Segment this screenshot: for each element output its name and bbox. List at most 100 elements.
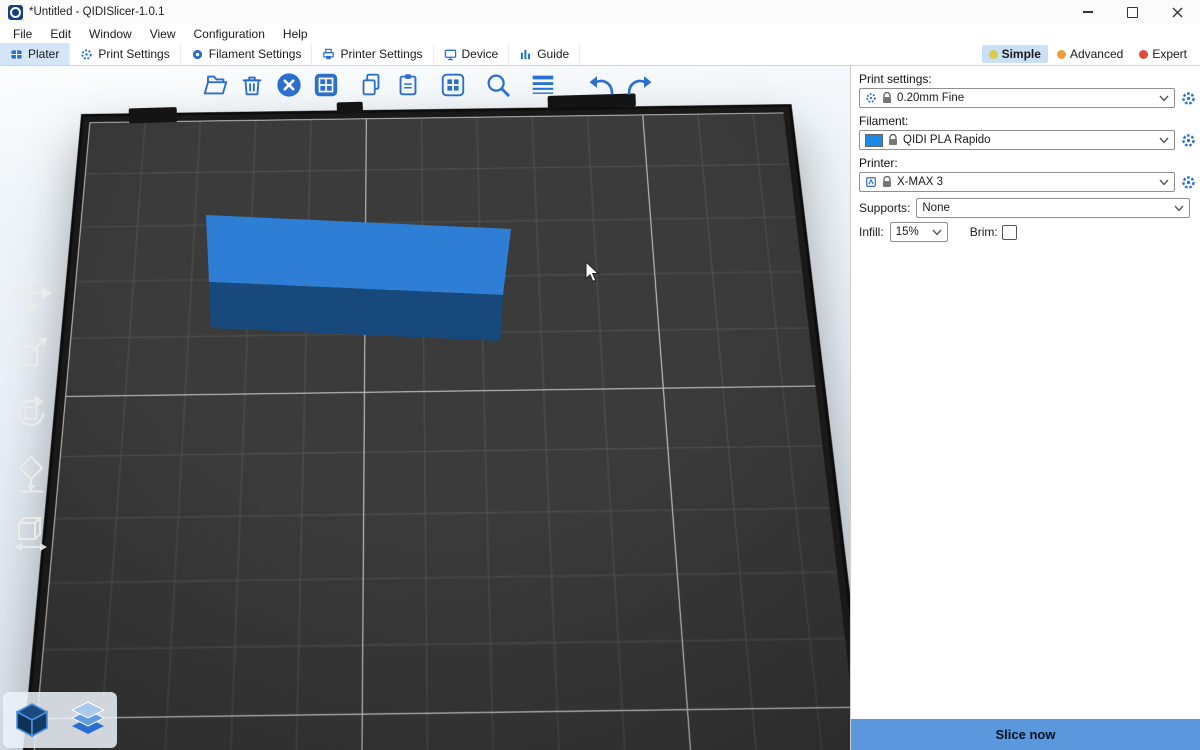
arrange-grid-icon: [312, 71, 340, 99]
print-bed[interactable]: [0, 107, 850, 750]
instances-button[interactable]: [438, 70, 468, 100]
paste-clipboard-icon: [394, 71, 422, 99]
advanced-dot-icon: [1057, 50, 1066, 59]
minimize-icon: [1083, 11, 1093, 12]
menu-file[interactable]: File: [4, 27, 41, 41]
brim-checkbox[interactable]: [1002, 225, 1017, 240]
rotate-button[interactable]: [8, 390, 54, 436]
lock-icon: [888, 134, 898, 146]
tab-device[interactable]: Device: [434, 43, 510, 65]
plater-toolbar: [200, 70, 654, 100]
tab-label: Filament Settings: [209, 47, 302, 61]
minimize-button[interactable]: [1065, 0, 1110, 24]
window-title: *Untitled - QIDISlicer-1.0.1: [29, 6, 165, 18]
place-on-face-button[interactable]: [8, 450, 54, 496]
viewport-3d[interactable]: [0, 66, 850, 750]
copy-button[interactable]: [356, 70, 386, 100]
printer-icon: [322, 48, 335, 61]
tab-print-settings[interactable]: Print Settings: [70, 43, 180, 65]
place-on-face-icon: [11, 453, 51, 493]
tab-filament-settings[interactable]: Filament Settings: [181, 43, 313, 65]
lock-icon: [882, 92, 892, 104]
print-settings-combo[interactable]: 0.20mm Fine: [859, 88, 1175, 108]
close-button[interactable]: [1155, 0, 1200, 24]
search-button[interactable]: [483, 70, 513, 100]
chevron-down-icon: [932, 229, 942, 236]
guide-bars-icon: [519, 48, 532, 61]
mode-expert[interactable]: Expert: [1132, 45, 1194, 63]
chevron-down-icon: [1159, 137, 1169, 144]
view-toggles: [3, 692, 117, 748]
infill-combo[interactable]: 15%: [890, 222, 948, 242]
paste-button[interactable]: [393, 70, 423, 100]
tab-plater[interactable]: Plater: [0, 43, 70, 65]
filament-label: Filament:: [859, 114, 1196, 128]
chevron-down-icon: [1159, 95, 1169, 102]
printer-value: X-MAX 3: [897, 176, 1154, 188]
simple-dot-icon: [989, 50, 998, 59]
layers-preview-button[interactable]: [61, 694, 115, 746]
mode-advanced[interactable]: Advanced: [1050, 45, 1130, 63]
tab-label: Print Settings: [98, 47, 169, 61]
filament-color-swatch: [865, 134, 883, 147]
scale-button[interactable]: [8, 330, 54, 376]
menu-view[interactable]: View: [141, 27, 185, 41]
tab-label: Printer Settings: [340, 47, 422, 61]
measure-icon: [11, 513, 51, 553]
settings-sidebar: Print settings: 0.20mm Fine Filament: QI…: [850, 66, 1200, 750]
redo-button[interactable]: [624, 70, 654, 100]
lock-icon: [882, 176, 892, 188]
copy-icon: [357, 71, 385, 99]
slice-now-button[interactable]: Slice now: [851, 719, 1200, 750]
variable-layer-height-button[interactable]: [528, 70, 558, 100]
printer-gear-button[interactable]: [1181, 175, 1196, 190]
undo-button[interactable]: [587, 70, 617, 100]
instances-icon: [439, 71, 467, 99]
menu-configuration[interactable]: Configuration: [185, 27, 274, 41]
titlebar: *Untitled - QIDISlicer-1.0.1: [0, 0, 1200, 24]
mode-label: Advanced: [1070, 47, 1123, 61]
filament-gear-button[interactable]: [1181, 133, 1196, 148]
print-settings-label: Print settings:: [859, 72, 1196, 86]
printer-icon: [865, 176, 877, 188]
menu-edit[interactable]: Edit: [41, 27, 80, 41]
chevron-down-icon: [1159, 179, 1169, 186]
filament-value: QIDI PLA Rapido: [903, 134, 1154, 146]
window-controls: [1065, 0, 1200, 24]
editor-3d-view-button[interactable]: [5, 694, 59, 746]
menu-help[interactable]: Help: [274, 27, 317, 41]
search-icon: [484, 71, 512, 99]
measure-button[interactable]: [8, 510, 54, 556]
open-button[interactable]: [200, 70, 230, 100]
gear-icon: [1181, 133, 1196, 148]
delete-all-icon: [275, 71, 303, 99]
infill-value: 15%: [896, 226, 927, 238]
gear-icon: [1181, 91, 1196, 106]
gear-icon: [865, 92, 877, 104]
move-button[interactable]: [8, 270, 54, 316]
layers-stack-icon: [66, 698, 110, 742]
filament-combo[interactable]: QIDI PLA Rapido: [859, 130, 1175, 150]
gear-icon: [1181, 175, 1196, 190]
menu-window[interactable]: Window: [80, 27, 141, 41]
delete-button[interactable]: [237, 70, 267, 100]
supports-combo[interactable]: None: [916, 198, 1190, 218]
tab-printer-settings[interactable]: Printer Settings: [312, 43, 433, 65]
expert-dot-icon: [1139, 50, 1148, 59]
mode-simple[interactable]: Simple: [982, 45, 1048, 63]
gizmo-toolbar: [8, 270, 54, 556]
print-settings-value: 0.20mm Fine: [897, 92, 1154, 104]
close-icon: [1172, 7, 1183, 18]
infill-label: Infill:: [859, 225, 884, 239]
arrange-button[interactable]: [311, 70, 341, 100]
tab-label: Device: [462, 47, 499, 61]
maximize-button[interactable]: [1110, 0, 1155, 24]
tab-guide[interactable]: Guide: [509, 43, 580, 65]
printer-combo[interactable]: X-MAX 3: [859, 172, 1175, 192]
tab-label: Plater: [28, 47, 59, 61]
delete-all-button[interactable]: [274, 70, 304, 100]
mode-label: Simple: [1002, 47, 1041, 61]
print-settings-gear-button[interactable]: [1181, 91, 1196, 106]
bed-clip: [337, 102, 363, 114]
app-logo-icon: [8, 5, 23, 20]
